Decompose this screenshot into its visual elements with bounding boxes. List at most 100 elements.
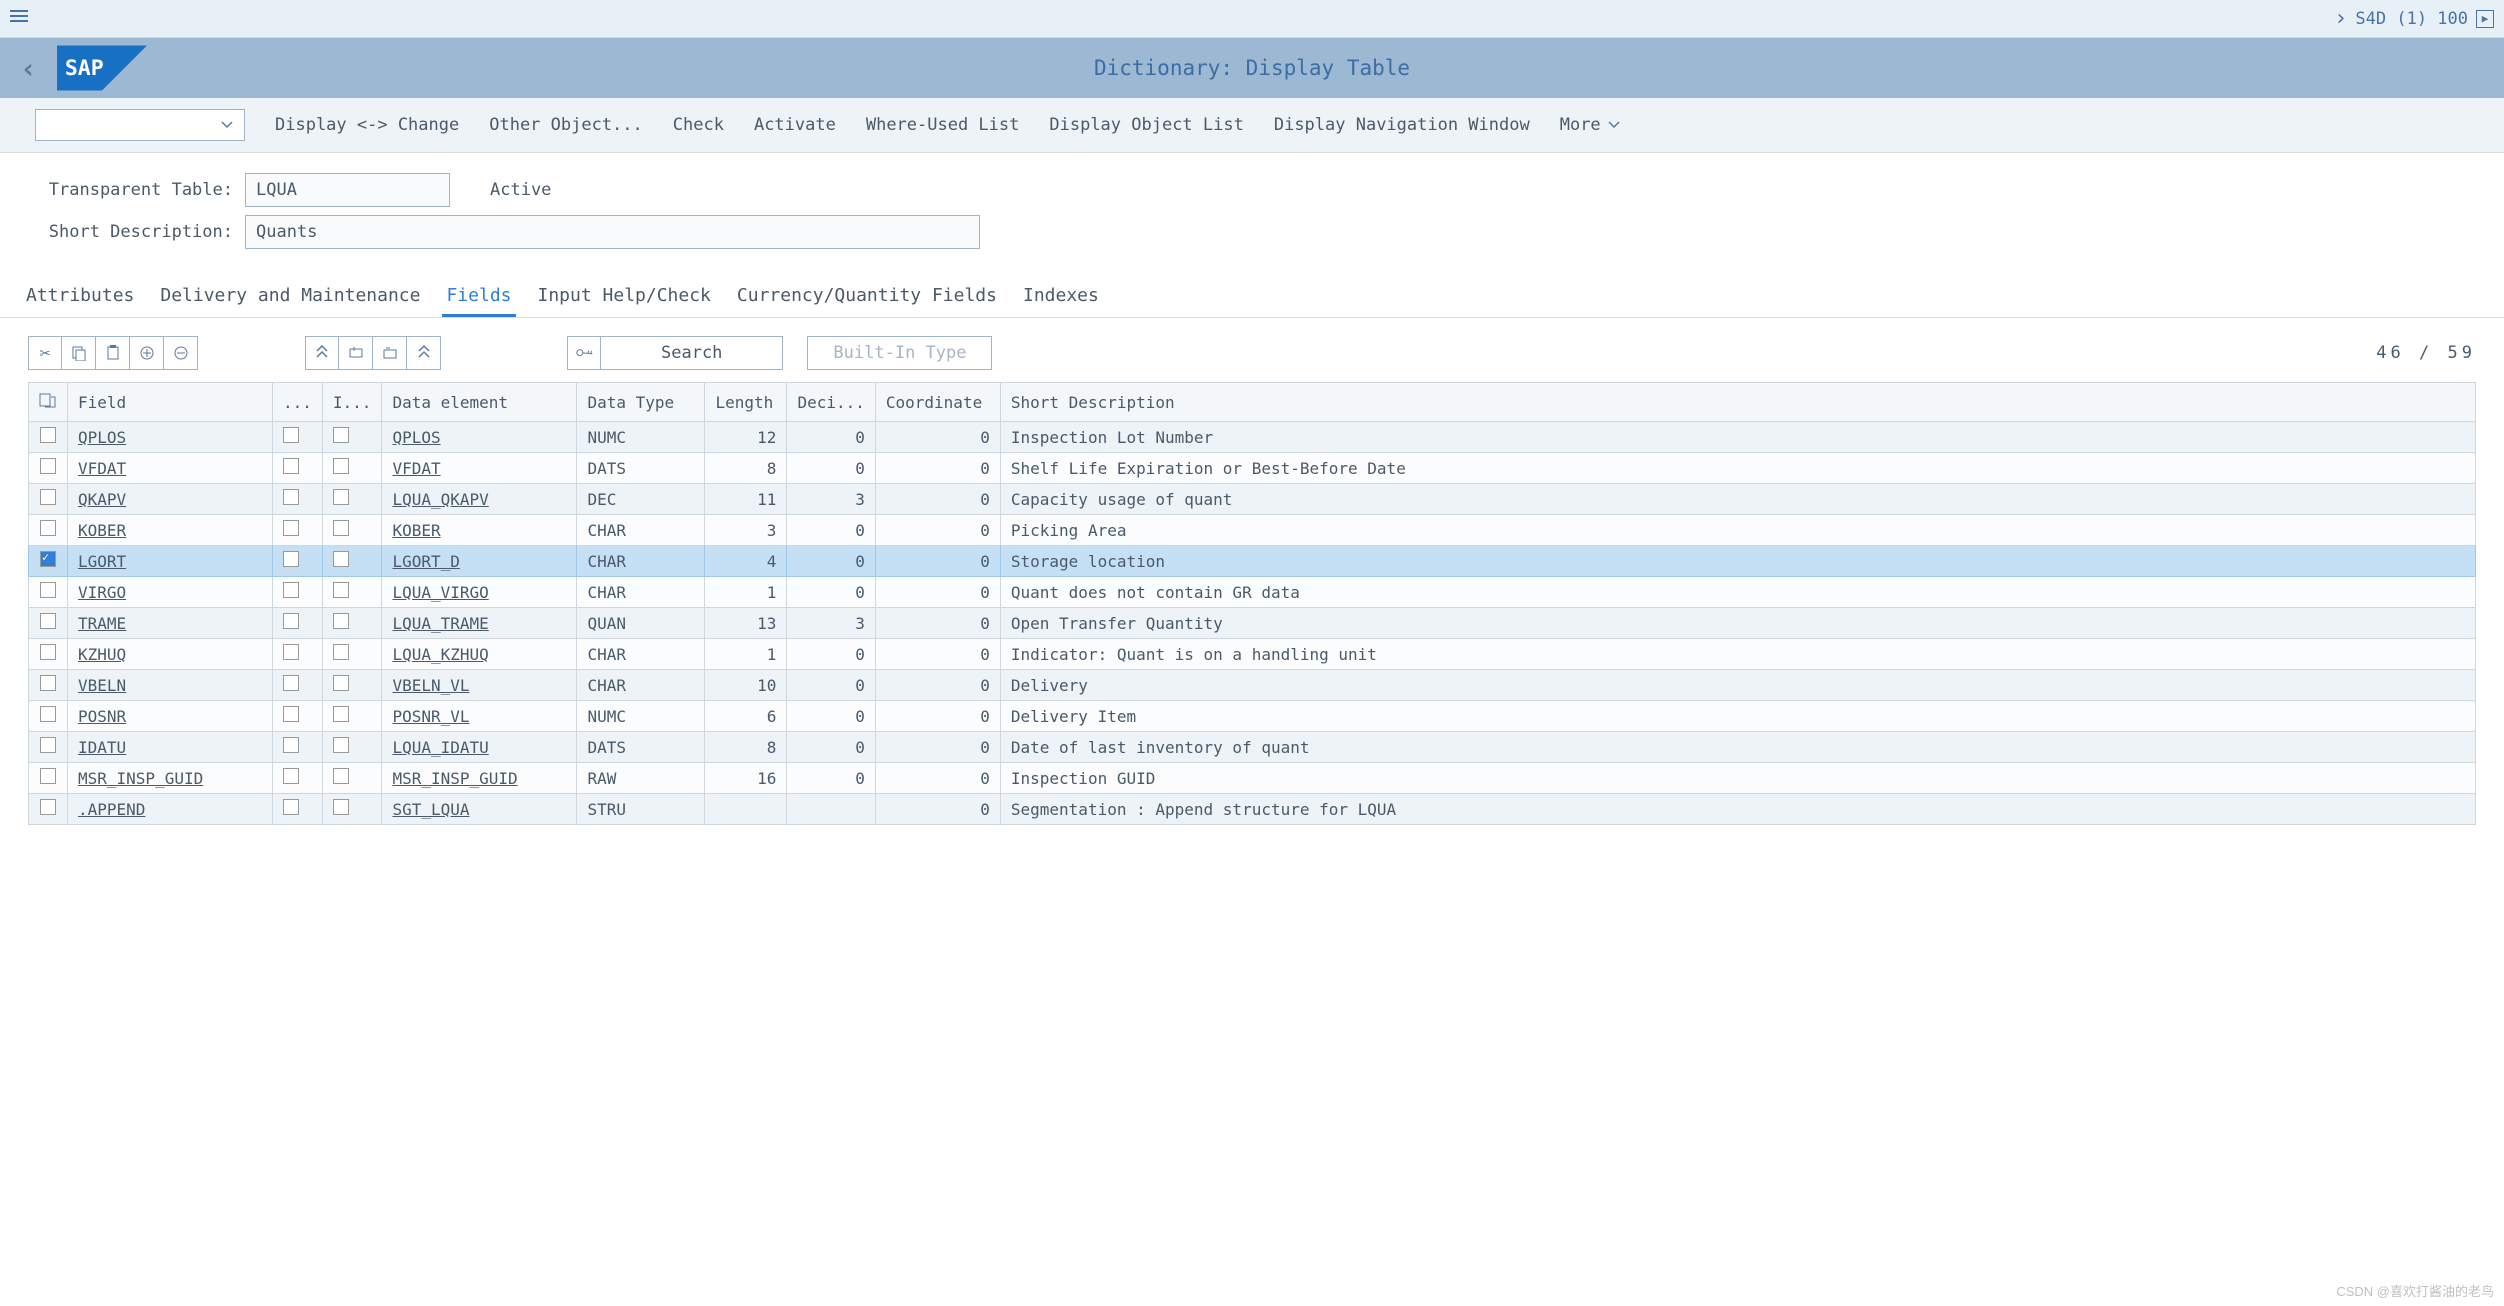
col-length-header[interactable]: Length [705, 383, 787, 422]
row-checkbox[interactable] [40, 551, 56, 567]
toolbar-navigation-window[interactable]: Display Navigation Window [1274, 115, 1530, 135]
remove-icon[interactable] [164, 336, 198, 370]
table-row[interactable]: MSR_INSP_GUIDMSR_INSP_GUIDRAW1600Inspect… [29, 763, 2476, 794]
tab-attributes[interactable]: Attributes [22, 277, 138, 317]
init-checkbox[interactable] [333, 582, 349, 598]
element-link[interactable]: KOBER [392, 521, 440, 540]
tab-fields[interactable]: Fields [442, 277, 515, 317]
row-checkbox[interactable] [40, 706, 56, 722]
row-checkbox[interactable] [40, 458, 56, 474]
field-link[interactable]: .APPEND [78, 800, 145, 819]
field-link[interactable]: MSR_INSP_GUID [78, 769, 203, 788]
key-checkbox[interactable] [283, 489, 299, 505]
field-link[interactable]: QKAPV [78, 490, 126, 509]
table-row[interactable]: .APPENDSGT_LQUASTRU0Segmentation : Appen… [29, 794, 2476, 825]
table-row[interactable]: QPLOSQPLOSNUMC1200Inspection Lot Number [29, 422, 2476, 453]
key-checkbox[interactable] [283, 675, 299, 691]
short-desc-input[interactable] [245, 215, 980, 249]
element-link[interactable]: MSR_INSP_GUID [392, 769, 517, 788]
init-checkbox[interactable] [333, 737, 349, 753]
field-link[interactable]: TRAME [78, 614, 126, 633]
toolbar-more[interactable]: More [1560, 115, 1621, 135]
toolbar-activate[interactable]: Activate [754, 115, 836, 135]
insert-row-icon[interactable] [339, 336, 373, 370]
row-checkbox[interactable] [40, 768, 56, 784]
toolbar-check[interactable]: Check [673, 115, 724, 135]
copy-icon[interactable] [62, 336, 96, 370]
field-link[interactable]: QPLOS [78, 428, 126, 447]
field-link[interactable]: KZHUQ [78, 645, 126, 664]
play-next-icon[interactable]: ▶ [2476, 10, 2494, 28]
init-checkbox[interactable] [333, 644, 349, 660]
element-link[interactable]: LQUA_KZHUQ [392, 645, 488, 664]
tab-indexes[interactable]: Indexes [1019, 277, 1103, 317]
key-checkbox[interactable] [283, 799, 299, 815]
element-link[interactable]: LQUA_QKAPV [392, 490, 488, 509]
row-checkbox[interactable] [40, 675, 56, 691]
field-link[interactable]: VIRGO [78, 583, 126, 602]
field-link[interactable]: VFDAT [78, 459, 126, 478]
key-checkbox[interactable] [283, 520, 299, 536]
row-checkbox[interactable] [40, 427, 56, 443]
table-row[interactable]: VIRGOLQUA_VIRGOCHAR100Quant does not con… [29, 577, 2476, 608]
col-element-header[interactable]: Data element [382, 383, 577, 422]
toolbar-object-list[interactable]: Display Object List [1049, 115, 1243, 135]
cut-icon[interactable]: ✂ [28, 336, 62, 370]
field-link[interactable]: POSNR [78, 707, 126, 726]
search-key-icon[interactable] [567, 336, 601, 370]
row-checkbox[interactable] [40, 520, 56, 536]
row-checkbox[interactable] [40, 644, 56, 660]
toolbar-display-change[interactable]: Display <-> Change [275, 115, 459, 135]
delete-row-icon[interactable] [373, 336, 407, 370]
search-button[interactable]: Search [601, 336, 783, 370]
init-checkbox[interactable] [333, 613, 349, 629]
element-link[interactable]: VFDAT [392, 459, 440, 478]
row-checkbox[interactable] [40, 613, 56, 629]
element-link[interactable]: VBELN_VL [392, 676, 469, 695]
collapse-all-icon[interactable] [407, 336, 441, 370]
init-checkbox[interactable] [333, 799, 349, 815]
nav-forward-icon[interactable]: › [2334, 6, 2347, 31]
back-icon[interactable]: ‹ [20, 52, 37, 85]
init-checkbox[interactable] [333, 489, 349, 505]
table-row[interactable]: KZHUQLQUA_KZHUQCHAR100Indicator: Quant i… [29, 639, 2476, 670]
col-coord-header[interactable]: Coordinate [875, 383, 1000, 422]
col-init-header[interactable]: I... [322, 383, 382, 422]
table-name-input[interactable] [245, 173, 450, 207]
row-checkbox[interactable] [40, 489, 56, 505]
col-selector-header[interactable] [29, 383, 68, 422]
col-desc-header[interactable]: Short Description [1000, 383, 2475, 422]
element-link[interactable]: LQUA_VIRGO [392, 583, 488, 602]
col-deci-header[interactable]: Deci... [787, 383, 875, 422]
key-checkbox[interactable] [283, 737, 299, 753]
init-checkbox[interactable] [333, 768, 349, 784]
element-link[interactable]: LQUA_TRAME [392, 614, 488, 633]
paste-icon[interactable] [96, 336, 130, 370]
row-checkbox[interactable] [40, 799, 56, 815]
init-checkbox[interactable] [333, 427, 349, 443]
key-checkbox[interactable] [283, 706, 299, 722]
tab-input-help-check[interactable]: Input Help/Check [534, 277, 715, 317]
table-row[interactable]: VBELNVBELN_VLCHAR1000Delivery [29, 670, 2476, 701]
table-row[interactable]: POSNRPOSNR_VLNUMC600Delivery Item [29, 701, 2476, 732]
init-checkbox[interactable] [333, 458, 349, 474]
table-row[interactable]: QKAPVLQUA_QKAPVDEC1130Capacity usage of … [29, 484, 2476, 515]
key-checkbox[interactable] [283, 768, 299, 784]
menu-icon[interactable] [10, 7, 34, 31]
row-checkbox[interactable] [40, 737, 56, 753]
table-row[interactable]: KOBERKOBERCHAR300Picking Area [29, 515, 2476, 546]
field-link[interactable]: KOBER [78, 521, 126, 540]
key-checkbox[interactable] [283, 644, 299, 660]
col-type-header[interactable]: Data Type [577, 383, 705, 422]
key-checkbox[interactable] [283, 613, 299, 629]
element-link[interactable]: QPLOS [392, 428, 440, 447]
toolbar-other-object[interactable]: Other Object... [489, 115, 643, 135]
transaction-dropdown[interactable] [35, 109, 245, 141]
toolbar-where-used[interactable]: Where-Used List [866, 115, 1020, 135]
element-link[interactable]: POSNR_VL [392, 707, 469, 726]
init-checkbox[interactable] [333, 675, 349, 691]
table-row[interactable]: TRAMELQUA_TRAMEQUAN1330Open Transfer Qua… [29, 608, 2476, 639]
init-checkbox[interactable] [333, 706, 349, 722]
builtin-type-button[interactable]: Built-In Type [807, 336, 992, 370]
key-checkbox[interactable] [283, 551, 299, 567]
